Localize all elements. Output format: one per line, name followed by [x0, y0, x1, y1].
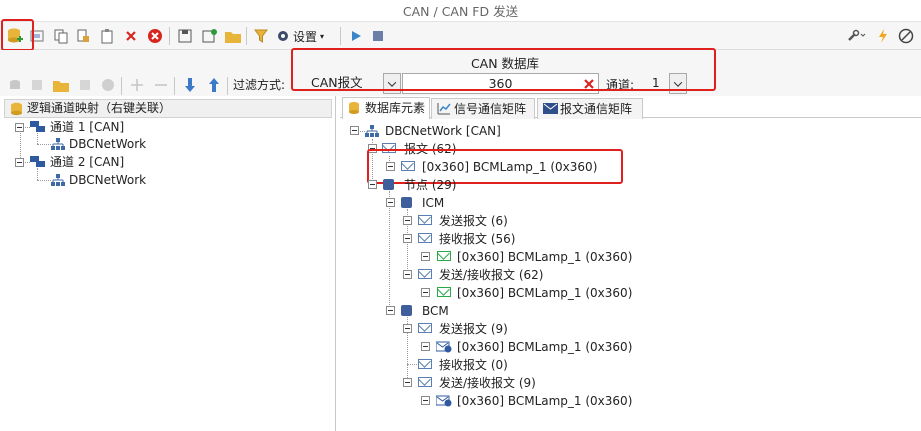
message-envelope-icon [401, 161, 415, 171]
filter-type-dropdown[interactable] [383, 73, 401, 94]
tree-icm[interactable]: ICM [422, 194, 444, 212]
channel-1-network[interactable]: DBCNetWork [69, 135, 146, 153]
channel-icon [30, 121, 45, 132]
stop-icon[interactable] [367, 25, 389, 47]
tree-icm-recv-item[interactable]: [0x360] BCMLamp_1 (0x360) [457, 248, 632, 266]
tree-bcm-sendrecv-item[interactable]: [0x360] BCMLamp_1 (0x360) [457, 392, 632, 410]
left-panel-title: 逻辑通道映射（右键关联） [27, 101, 172, 115]
channel-value[interactable]: 1 [652, 76, 660, 90]
wrench-icon[interactable] [842, 25, 870, 47]
rx-message-icon [437, 251, 451, 261]
add-database-icon[interactable] [4, 25, 26, 47]
arrow-up-icon[interactable] [203, 74, 225, 96]
envelope-icon [543, 103, 558, 114]
tree-bcm[interactable]: BCM [422, 302, 449, 320]
ecu-icon [401, 197, 412, 208]
tree-bcm-send-item[interactable]: [0x360] BCMLamp_1 (0x360) [457, 338, 632, 356]
tree-icm-send[interactable]: 发送报文 (6) [439, 212, 508, 230]
channel-dropdown[interactable] [669, 73, 687, 94]
paste-icon[interactable] [96, 25, 118, 47]
gear-icon [278, 31, 288, 41]
tab-message-matrix[interactable]: 报文通信矩阵 [537, 98, 643, 119]
ecu-icon [401, 305, 412, 316]
settings-button[interactable]: 设置 ▾ [276, 25, 336, 47]
arrow-down-icon[interactable] [179, 74, 201, 96]
nodes-icon [383, 179, 394, 190]
message-envelope-icon [418, 359, 432, 369]
database-icon [11, 102, 22, 116]
tree-root[interactable]: DBCNetWork [CAN] [385, 122, 501, 140]
clear-search-icon[interactable] [581, 75, 597, 92]
message-envelope-icon [418, 269, 432, 279]
tab-signal-matrix[interactable]: 信号通信矩阵 [431, 98, 535, 119]
delete-icon[interactable] [120, 25, 142, 47]
tree-icm-sendrecv-item[interactable]: [0x360] BCMLamp_1 (0x360) [457, 284, 632, 302]
database-icon [349, 102, 359, 114]
disabled-remove-icon [74, 74, 96, 96]
tree-nodes[interactable]: 节点 (29) [404, 176, 456, 194]
tree-message-item[interactable]: [0x360] BCMLamp_1 (0x360) [422, 158, 597, 176]
clear-icon[interactable] [144, 25, 166, 47]
edit-frame-icon[interactable] [26, 25, 48, 47]
message-envelope-icon [382, 143, 396, 153]
network-icon [51, 138, 65, 150]
channel-label: 通道: [606, 78, 635, 92]
database-title: CAN 数据库 [470, 56, 540, 71]
filter-icon[interactable] [250, 25, 272, 47]
folder-icon[interactable] [50, 74, 72, 96]
tree-bcm-recv[interactable]: 接收报文 (0) [439, 356, 508, 374]
chart-icon [437, 103, 451, 115]
disabled-edit-icon [26, 74, 48, 96]
network-icon [365, 125, 379, 137]
window-title: CAN / CAN FD 发送 [0, 0, 921, 22]
lightning-icon[interactable] [872, 25, 894, 47]
open-folder-icon[interactable] [222, 25, 244, 47]
channel-icon [30, 156, 45, 167]
minus-icon [150, 74, 172, 96]
tree-icm-sendrecv[interactable]: 发送/接收报文 (62) [439, 266, 544, 284]
network-icon [51, 174, 65, 186]
save-icon[interactable] [174, 25, 196, 47]
tree-bcm-send[interactable]: 发送报文 (9) [439, 320, 508, 338]
filter-label: 过滤方式: [233, 78, 286, 92]
rx-message-icon [437, 287, 451, 297]
message-envelope-icon [418, 377, 432, 387]
copy-icon[interactable] [50, 25, 72, 47]
tx-message-icon [436, 395, 452, 407]
message-envelope-icon [418, 323, 432, 333]
plus-icon [126, 74, 148, 96]
message-envelope-icon [418, 233, 432, 243]
copy-all-icon[interactable] [72, 25, 94, 47]
filter-type-value[interactable]: CAN报文 [300, 73, 384, 94]
tree-icm-recv[interactable]: 接收报文 (56) [439, 230, 515, 248]
tx-message-icon [436, 341, 452, 353]
tree-bcm-sendrecv[interactable]: 发送/接收报文 (9) [439, 374, 536, 392]
tree-messages[interactable]: 报文 (62) [404, 140, 456, 158]
message-envelope-icon [418, 215, 432, 225]
cancel-icon[interactable] [895, 25, 917, 47]
settings-label: 设置 [293, 29, 318, 44]
channel-1-label[interactable]: 通道 1 [CAN] [50, 118, 124, 136]
save-as-icon[interactable] [198, 25, 220, 47]
disabled-db-icon [4, 74, 26, 96]
channel-2-network[interactable]: DBCNetWork [69, 171, 146, 189]
search-input[interactable]: 360 [402, 73, 599, 94]
disabled-clear-icon [97, 74, 119, 96]
left-panel-header: 逻辑通道映射（右键关联） [4, 99, 332, 118]
play-icon[interactable] [345, 25, 367, 47]
channel-2-label[interactable]: 通道 2 [CAN] [50, 153, 124, 171]
tab-database-elements[interactable]: 数据库元素 [342, 97, 430, 119]
main-toolbar: 设置 ▾ [0, 22, 921, 50]
